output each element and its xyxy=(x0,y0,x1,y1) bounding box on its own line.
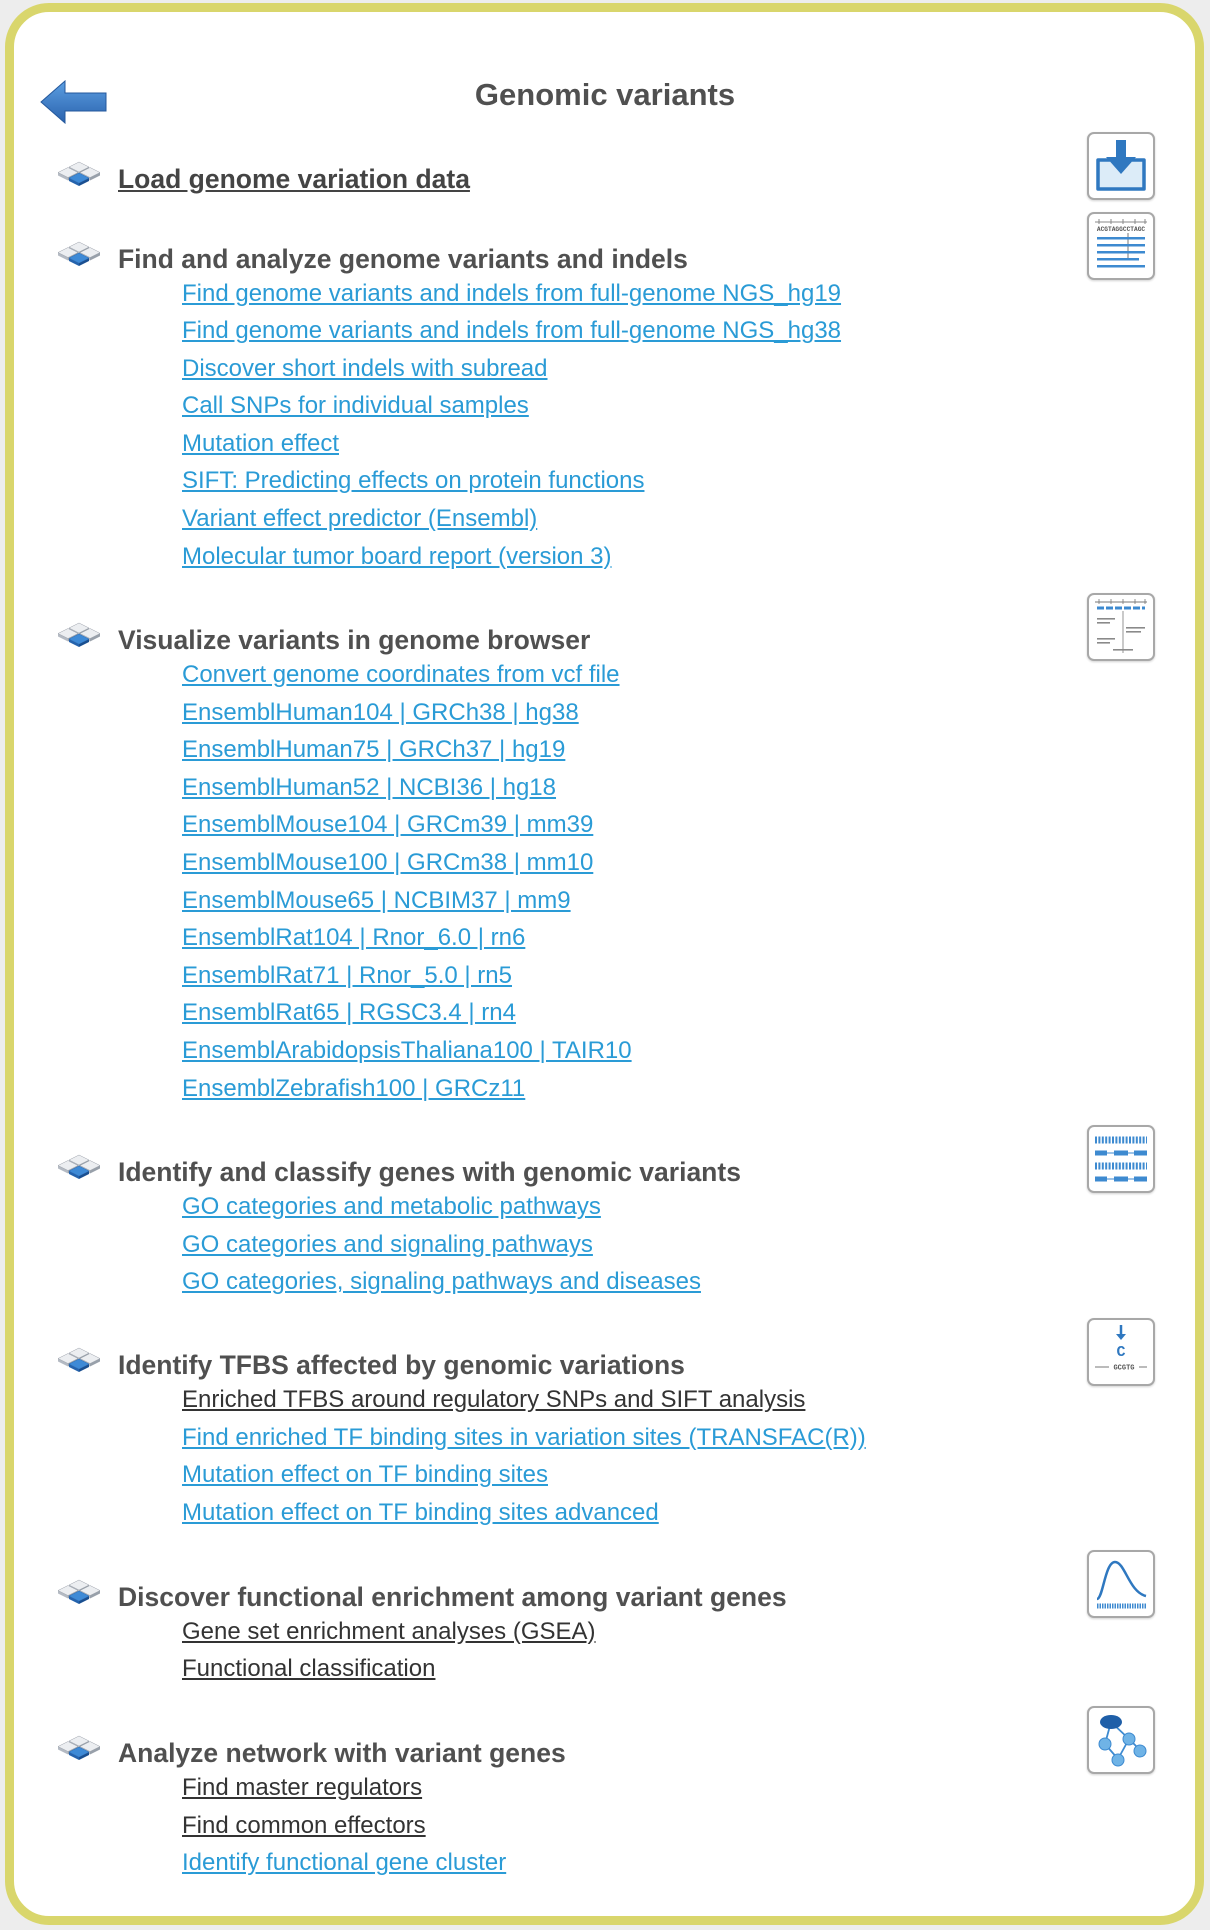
link-find-variants-hg38[interactable]: Find genome variants and indels from ful… xyxy=(182,312,841,350)
link-mutation-effect-tf-binding[interactable]: Mutation effect on TF binding sites xyxy=(182,1456,548,1494)
link-go-signaling-diseases[interactable]: GO categories, signaling pathways and di… xyxy=(182,1263,701,1301)
stacked-tiles-icon xyxy=(54,1578,104,1606)
network-icon[interactable] xyxy=(1087,1706,1155,1774)
stacked-tiles-icon xyxy=(54,621,104,649)
section-heading-visualize-variants: Visualize variants in genome browser xyxy=(118,625,591,655)
stacked-tiles-icon xyxy=(54,240,104,268)
link-ensembl-human52[interactable]: EnsemblHuman52 | NCBI36 | hg18 xyxy=(182,769,556,807)
sequence-alignment-icon[interactable]: ACGTAGGCCTAGC xyxy=(1087,211,1155,280)
link-functional-classification[interactable]: Functional classification xyxy=(182,1650,435,1688)
link-identify-gene-cluster[interactable]: Identify functional gene cluster xyxy=(182,1844,506,1882)
link-ensembl-arabidopsis100[interactable]: EnsemblArabidopsisThaliana100 | TAIR10 xyxy=(182,1032,632,1070)
link-ensembl-rat71[interactable]: EnsemblRat71 | Rnor_5.0 | rn5 xyxy=(182,957,512,995)
sequence-text: ACGTAGGCCTAGC xyxy=(1097,226,1146,233)
tfbs-base-text: C xyxy=(1116,1344,1125,1361)
genome-browser-icon[interactable] xyxy=(1087,593,1155,661)
link-mutation-effect-tf-binding-advanced[interactable]: Mutation effect on TF binding sites adva… xyxy=(182,1494,659,1532)
link-ensembl-human75[interactable]: EnsemblHuman75 | GRCh37 | hg19 xyxy=(182,731,565,769)
link-sift[interactable]: SIFT: Predicting effects on protein func… xyxy=(182,462,644,500)
link-convert-genome-coordinates[interactable]: Convert genome coordinates from vcf file xyxy=(182,656,620,694)
section-heading-identify-classify-genes: Identify and classify genes with genomic… xyxy=(118,1157,741,1187)
section-heading-analyze-network: Analyze network with variant genes xyxy=(118,1738,566,1768)
enrichment-curve-icon[interactable] xyxy=(1087,1549,1155,1618)
download-icon[interactable] xyxy=(1087,131,1155,200)
stacked-tiles-icon xyxy=(54,1153,104,1181)
section-load-data: Load genome variation data xyxy=(0,131,1210,200)
link-find-enriched-tf-binding-sites[interactable]: Find enriched TF binding sites in variat… xyxy=(182,1419,866,1457)
section-identify-classify-genes: Identify and classify genes with genomic… xyxy=(0,1125,1210,1301)
stacked-tiles-icon xyxy=(54,1346,104,1374)
tfbs-icon[interactable]: C GCGTG xyxy=(1087,1318,1155,1386)
link-ensembl-zebrafish100[interactable]: EnsemblZebrafish100 | GRCz11 xyxy=(182,1070,525,1108)
link-enriched-tfbs-snps-sift[interactable]: Enriched TFBS around regulatory SNPs and… xyxy=(182,1381,805,1419)
link-list: GO categories and metabolic pathways GO … xyxy=(182,1188,1210,1301)
gene-classification-icon[interactable] xyxy=(1087,1125,1155,1193)
section-functional-enrichment: Discover functional enrichment among var… xyxy=(0,1549,1210,1688)
link-find-common-effectors[interactable]: Find common effectors xyxy=(182,1807,426,1845)
link-ensembl-rat65[interactable]: EnsemblRat65 | RGSC3.4 | rn4 xyxy=(182,994,516,1032)
link-find-variants-hg19[interactable]: Find genome variants and indels from ful… xyxy=(182,275,841,313)
link-ensembl-mouse104[interactable]: EnsemblMouse104 | GRCm39 | mm39 xyxy=(182,806,593,844)
link-gsea[interactable]: Gene set enrichment analyses (GSEA) xyxy=(182,1613,596,1651)
link-go-signaling-pathways[interactable]: GO categories and signaling pathways xyxy=(182,1226,593,1264)
link-go-metabolic-pathways[interactable]: GO categories and metabolic pathways xyxy=(182,1188,601,1226)
page-title: Genomic variants xyxy=(474,77,736,112)
link-list: Find master regulators Find common effec… xyxy=(182,1769,1210,1882)
link-mutation-effect[interactable]: Mutation effect xyxy=(182,425,339,463)
section-identify-tfbs: Identify TFBS affected by genomic variat… xyxy=(0,1318,1210,1531)
link-list: Find genome variants and indels from ful… xyxy=(182,275,1210,576)
link-find-master-regulators[interactable]: Find master regulators xyxy=(182,1769,422,1807)
stacked-tiles-icon xyxy=(54,1734,104,1762)
genomic-variants-page: Genomic variants Load genome variation d… xyxy=(0,0,1210,1930)
link-ensembl-mouse65[interactable]: EnsemblMouse65 | NCBIM37 | mm9 xyxy=(182,882,571,920)
section-visualize-variants: Visualize variants in genome browser Con… xyxy=(0,593,1210,1107)
link-molecular-tumor-board-report[interactable]: Molecular tumor board report (version 3) xyxy=(182,538,612,576)
section-heading-find-analyze-variants: Find and analyze genome variants and ind… xyxy=(118,243,688,274)
section-find-analyze-variants: Find and analyze genome variants and ind… xyxy=(0,211,1210,576)
link-ensembl-mouse100[interactable]: EnsemblMouse100 | GRCm38 | mm10 xyxy=(182,844,593,882)
link-list: Enriched TFBS around regulatory SNPs and… xyxy=(182,1381,1210,1531)
section-analyze-network: Analyze network with variant genes Find … xyxy=(0,1706,1210,1882)
load-genome-variation-data-link[interactable]: Load genome variation data xyxy=(118,163,470,195)
stacked-tiles-icon xyxy=(54,160,104,188)
link-variant-effect-predictor[interactable]: Variant effect predictor (Ensembl) xyxy=(182,500,537,538)
tfbs-motif-text: GCGTG xyxy=(1113,1365,1134,1373)
link-ensembl-human104[interactable]: EnsemblHuman104 | GRCh38 | hg38 xyxy=(182,694,579,732)
link-list: Gene set enrichment analyses (GSEA) Func… xyxy=(182,1613,1210,1688)
section-heading-identify-tfbs: Identify TFBS affected by genomic variat… xyxy=(118,1350,685,1380)
link-list: Convert genome coordinates from vcf file… xyxy=(182,656,1210,1107)
link-call-snps[interactable]: Call SNPs for individual samples xyxy=(182,387,529,425)
section-heading-functional-enrichment: Discover functional enrichment among var… xyxy=(118,1581,787,1612)
link-ensembl-rat104[interactable]: EnsemblRat104 | Rnor_6.0 | rn6 xyxy=(182,919,525,957)
link-discover-short-indels[interactable]: Discover short indels with subread xyxy=(182,350,548,388)
